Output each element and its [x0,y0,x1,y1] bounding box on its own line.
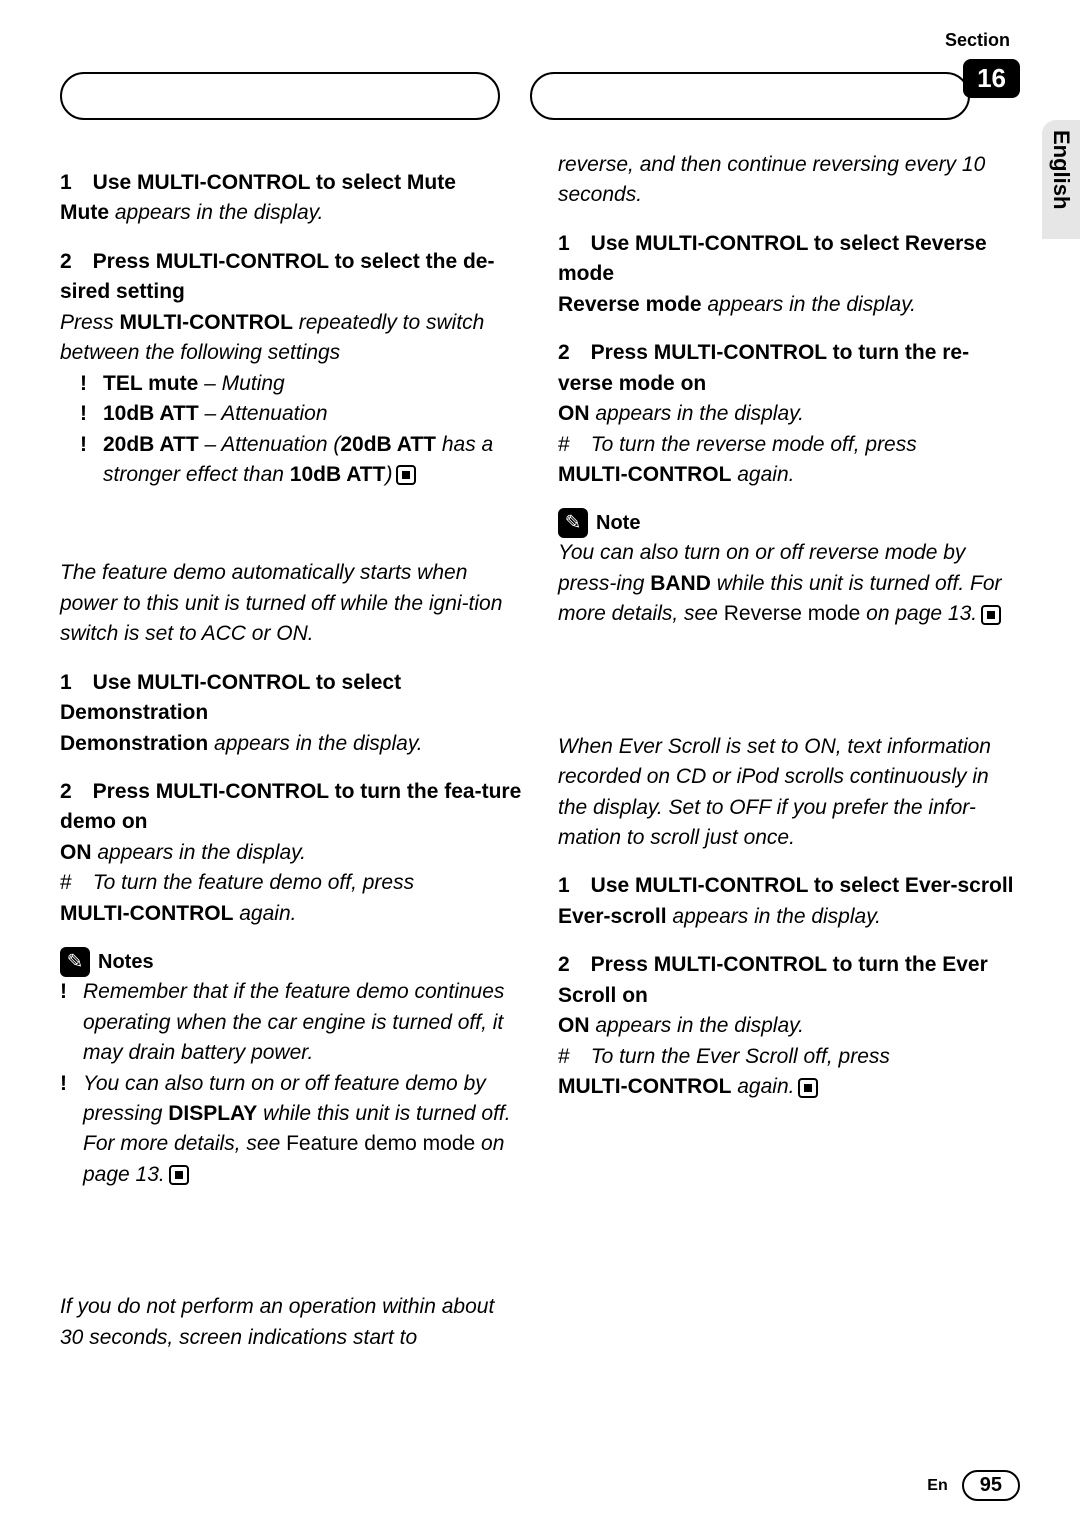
scroll-on-line: ON appears in the display. [558,1011,1020,1041]
scroll-step1-heading: 1 Use MULTI-CONTROL to select Ever-scrol… [558,871,1020,901]
demo-hash-line: # To turn the feature demo off, press [60,868,522,898]
note-title: Note [596,509,640,538]
reverse-step2-heading: 2 Press MULTI-CONTROL to turn the re-ver… [558,338,1020,399]
mute-bullet-1: !TEL mute – Muting [80,369,522,399]
end-square-icon [396,465,416,485]
reverse-note-text: You can also turn on or off reverse mode… [558,538,1020,629]
scroll-step1-sub: Ever-scroll appears in the display. [558,902,1020,932]
mute-bullet-2: !10dB ATT – Attenuation [80,399,522,429]
reverse-intro-right: reverse, and then continue reversing eve… [558,150,1020,211]
mute-step1-heading: 1 Use MULTI-CONTROL to select Mute [60,168,522,198]
end-square-icon [981,605,1001,625]
language-tab: English [1042,120,1080,239]
scroll-step2-heading: 2 Press MULTI-CONTROL to turn the Ever S… [558,950,1020,1011]
language-label: English [1048,130,1074,209]
page-number: 95 [962,1470,1020,1501]
mute-step2-sub: Press MULTI-CONTROL repeatedly to switch… [60,308,522,369]
end-square-icon [169,1165,189,1185]
header-pill-right [530,72,970,120]
mute-bullet-3: !20dB ATT – Attenuation (20dB ATT has a … [80,430,522,491]
pencil-icon: ✎ [60,947,90,977]
reverse-hash-line: # To turn the reverse mode off, press [558,430,1020,460]
notes-title: Notes [98,948,154,977]
left-column: 1 Use MULTI-CONTROL to select Mute Mute … [60,150,522,1353]
scroll-mc-line: MULTI-CONTROL again. [558,1072,1020,1102]
demo-note-1: !Remember that if the feature demo conti… [60,977,522,1068]
scroll-intro: When Ever Scroll is set to ON, text info… [558,732,1020,854]
page-footer: En 95 [927,1470,1020,1501]
demo-mc-line: MULTI-CONTROL again. [60,899,522,929]
reverse-intro-left: If you do not perform an operation withi… [60,1292,522,1353]
notes-badge: ✎ Notes [60,947,154,977]
demo-intro: The feature demo automatically starts wh… [60,558,522,649]
demo-step1-sub: Demonstration appears in the display. [60,729,522,759]
footer-lang: En [927,1477,947,1495]
mute-step2-heading: 2 Press MULTI-CONTROL to select the de-s… [60,247,522,308]
mute-step1-sub: Mute appears in the display. [60,198,522,228]
demo-step2-heading: 2 Press MULTI-CONTROL to turn the fea-tu… [60,777,522,838]
scroll-hash-line: # To turn the Ever Scroll off, press [558,1042,1020,1072]
section-number-badge: 16 [963,59,1020,98]
end-square-icon [798,1078,818,1098]
reverse-step1-heading: 1 Use MULTI-CONTROL to select Reverse mo… [558,229,1020,290]
pencil-icon: ✎ [558,508,588,538]
reverse-mc-line: MULTI-CONTROL again. [558,460,1020,490]
demo-on-line: ON appears in the display. [60,838,522,868]
reverse-step1-sub: Reverse mode appears in the display. [558,290,1020,320]
right-column: reverse, and then continue reversing eve… [558,150,1020,1353]
header-pill-left [60,72,500,120]
demo-note-2: !You can also turn on or off feature dem… [60,1069,522,1191]
reverse-on-line: ON appears in the display. [558,399,1020,429]
note-badge: ✎ Note [558,508,640,538]
section-label: Section [945,30,1010,51]
demo-step1-heading: 1 Use MULTI-CONTROL to select Demonstrat… [60,668,522,729]
